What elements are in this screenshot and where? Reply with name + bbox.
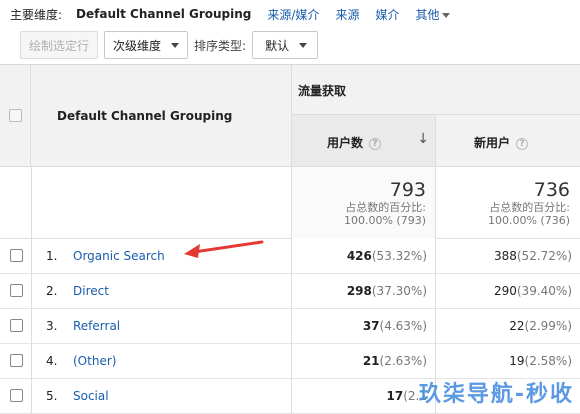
new-users-pct: (39.40%) — [516, 284, 572, 298]
annotation-arrow-icon — [184, 240, 264, 258]
new-users-pct: (52.72%) — [516, 249, 572, 263]
dimension-link-source-medium[interactable]: 来源/媒介 — [267, 6, 319, 23]
new-users-column-header[interactable]: 新用户? — [436, 115, 580, 167]
sort-type-label: 排序类型: — [194, 38, 247, 53]
users-total-cell: 793 占总数的百分比: 100.00% (793) — [292, 167, 436, 239]
sort-type-value: 默认 — [265, 38, 290, 53]
dimension-link-other-label: 其他 — [415, 7, 440, 22]
users-pct: (37.30%) — [371, 284, 427, 298]
table-row: 2. Direct 298(37.30%) 290(39.40%) — [0, 274, 580, 309]
column-divider — [31, 167, 32, 413]
new-users-column-text: 新用户 — [474, 136, 511, 150]
acquisition-group-label: 流量获取 — [298, 84, 347, 98]
dimension-header[interactable]: Default Channel Grouping — [31, 65, 292, 167]
new-users-pct: (2.99%) — [524, 319, 572, 333]
help-icon[interactable]: ? — [369, 137, 382, 150]
channel-link[interactable]: Referral — [73, 319, 120, 333]
chevron-down-icon — [171, 42, 180, 48]
chevron-down-icon — [299, 42, 308, 48]
users-count: 426 — [346, 249, 372, 263]
column-divider — [291, 167, 292, 413]
channel-link[interactable]: Direct — [73, 284, 109, 298]
table-row: 4. (Other) 21(2.63%) 19(2.58%) — [0, 344, 580, 379]
sort-desc-icon[interactable]: ↓ — [417, 131, 429, 147]
table-row: 1. Organic Search 426(53.32%) 388(52.72%… — [0, 239, 580, 274]
users-value: 37(4.63%) — [363, 319, 427, 333]
row-number: 2. — [46, 284, 58, 298]
chevron-down-icon — [442, 12, 451, 18]
new-users-total-value: 736 — [533, 179, 570, 201]
new-users-pct: (2.58%) — [524, 354, 572, 368]
users-pct: (53.32%) — [371, 249, 427, 263]
new-users-value: 290(39.40%) — [494, 284, 572, 298]
row-number: 4. — [46, 354, 58, 368]
users-value: 426(53.32%) — [347, 249, 427, 263]
row-number: 3. — [46, 319, 58, 333]
new-users-count: 290 — [493, 284, 517, 298]
acquisition-group-header: 流量获取 — [292, 65, 580, 115]
secondary-dimension-dropdown[interactable]: 次级维度 — [104, 31, 189, 59]
users-total-value: 793 — [389, 179, 426, 201]
users-column-text: 用户数 — [327, 136, 364, 150]
dimension-header-label: Default Channel Grouping — [57, 109, 233, 123]
users-value: 298(37.30%) — [347, 284, 427, 298]
row-checkbox[interactable] — [10, 389, 23, 402]
new-users-count: 388 — [493, 249, 517, 263]
channel-link[interactable]: (Other) — [73, 354, 116, 368]
row-checkbox[interactable] — [10, 319, 23, 332]
users-count: 17 — [386, 389, 404, 403]
new-users-count: 19 — [509, 354, 525, 368]
users-count: 37 — [362, 319, 380, 333]
row-checkbox[interactable] — [10, 354, 23, 367]
header-checkbox-cell — [0, 65, 31, 167]
watermark: 玖柒导航-秒收 — [418, 382, 574, 407]
totals-row: 793 占总数的百分比: 100.00% (793) 736 占总数的百分比: … — [0, 167, 580, 239]
primary-dimension-bar: 主要维度: Default Channel Grouping 来源/媒介 来源 … — [0, 0, 580, 28]
select-all-checkbox[interactable] — [9, 109, 22, 122]
dimension-link-source[interactable]: 来源 — [335, 6, 359, 23]
new-users-value: 22(2.99%) — [509, 319, 572, 333]
row-checkbox[interactable] — [10, 249, 23, 262]
row-number: 5. — [46, 389, 58, 403]
row-number: 1. — [46, 249, 58, 263]
users-pct: (4.63%) — [379, 319, 427, 333]
help-icon[interactable]: ? — [516, 137, 529, 150]
new-users-total-label: 占总数的百分比: — [489, 201, 570, 214]
users-value: 21(2.63%) — [363, 354, 427, 368]
sort-type-dropdown[interactable]: 默认 — [252, 31, 319, 59]
table-row: 3. Referral 37(4.63%) 22(2.99%) — [0, 309, 580, 344]
new-users-total-pct: 100.00% (736) — [487, 214, 570, 227]
primary-dimension-selected[interactable]: Default Channel Grouping — [76, 7, 251, 21]
row-checkbox[interactable] — [10, 284, 23, 297]
dimension-link-medium[interactable]: 媒介 — [375, 6, 399, 23]
new-users-value: 19(2.58%) — [509, 354, 572, 368]
users-total-label: 占总数的百分比: — [345, 201, 426, 214]
users-count: 21 — [362, 354, 380, 368]
secondary-dimension-label: 次级维度 — [113, 38, 162, 53]
users-pct: (2.63%) — [379, 354, 427, 368]
users-count: 298 — [346, 284, 372, 298]
users-total-pct: 100.00% (793) — [343, 214, 426, 227]
plot-rows-button[interactable]: 绘制选定行 — [20, 31, 99, 59]
users-column-label: 用户数? — [327, 134, 382, 151]
dimension-link-other[interactable]: 其他 — [415, 6, 451, 23]
new-users-value: 388(52.72%) — [494, 249, 572, 263]
data-table: Default Channel Grouping 流量获取 用户数? ↓ 新用户… — [0, 64, 580, 414]
users-column-header[interactable]: 用户数? ↓ — [292, 115, 436, 167]
new-users-total-cell: 736 占总数的百分比: 100.00% (736) — [436, 167, 580, 239]
channel-link[interactable]: Social — [73, 389, 109, 403]
primary-dimension-label: 主要维度: — [10, 7, 63, 22]
new-users-count: 22 — [509, 319, 525, 333]
new-users-column-label: 新用户? — [474, 134, 529, 151]
table-toolbar: 绘制选定行 次级维度 排序类型: 默认 — [0, 30, 580, 60]
channel-link[interactable]: Organic Search — [73, 249, 165, 263]
